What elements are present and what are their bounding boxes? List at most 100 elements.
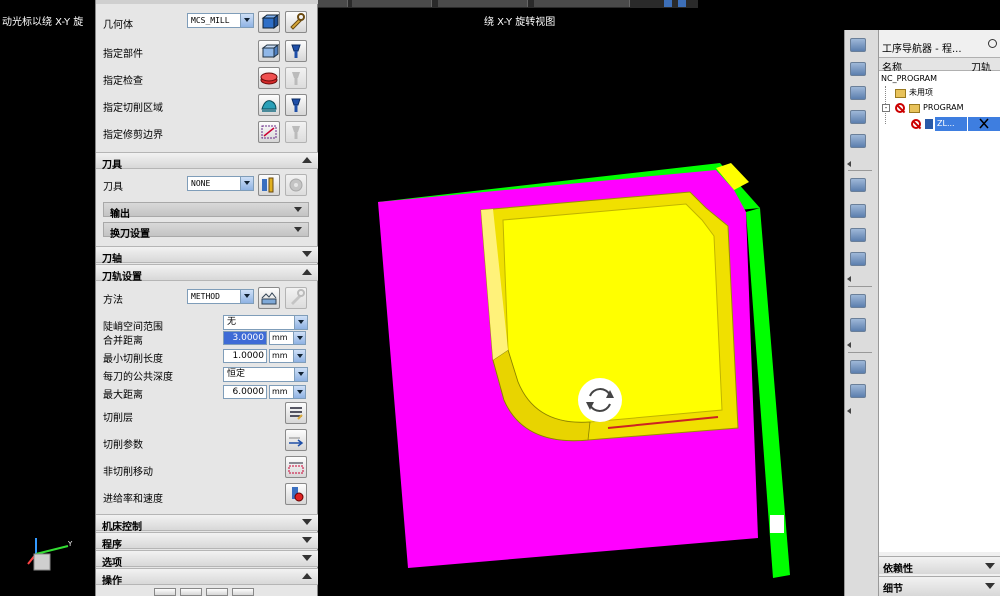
resource-tab-6-icon[interactable] [850, 178, 866, 192]
program-section-header[interactable]: 程序 [96, 532, 318, 551]
display-cut-area-button[interactable] [285, 94, 307, 116]
chevron-down-icon[interactable] [985, 563, 995, 569]
cut-levels-button[interactable] [285, 402, 307, 424]
chevron-down-icon[interactable] [293, 386, 305, 398]
chevron-left-icon[interactable] [847, 161, 851, 167]
chevron-down-icon[interactable] [240, 14, 253, 27]
tree-item-nc-program[interactable]: NC_PROGRAM [881, 72, 937, 86]
actions-section-header[interactable]: 操作 [96, 568, 318, 587]
non-cut-row: 非切削移动 [96, 454, 318, 480]
method-new-button[interactable] [258, 287, 280, 309]
min-cut-unit-select[interactable]: mm [269, 349, 306, 363]
display-check-button[interactable] [285, 67, 307, 89]
toolbar-combo-2[interactable] [352, 0, 432, 7]
toolbar-cube-icon[interactable] [678, 0, 686, 7]
non-cut-button[interactable] [285, 456, 307, 478]
chevron-down-icon[interactable] [240, 290, 253, 303]
new-tool-button[interactable] [258, 174, 280, 196]
graphics-viewport[interactable] [318, 30, 844, 596]
resource-tab-1-icon[interactable] [850, 38, 866, 52]
select-check-button[interactable] [258, 67, 280, 89]
resource-tab-3-icon[interactable] [850, 86, 866, 100]
top-toolbar[interactable] [318, 0, 698, 8]
chevron-down-icon[interactable] [293, 332, 305, 344]
toolbar-snap-icon[interactable] [664, 0, 672, 7]
collapse-toggle[interactable]: - [882, 104, 890, 112]
resource-tab-2-icon[interactable] [850, 62, 866, 76]
navigator-tree: NC_PROGRAM 未用项 - PROGRAM ZL... [879, 71, 1000, 552]
max-dist-unit-select[interactable]: mm [269, 385, 306, 399]
part-model[interactable] [318, 30, 844, 596]
details-panel-header[interactable]: 细节 [879, 576, 1000, 596]
chevron-up-icon[interactable] [302, 157, 312, 163]
resource-tab-10-icon[interactable] [850, 294, 866, 308]
geometry-select[interactable]: MCS_MILL [187, 13, 254, 28]
svg-text:Y: Y [67, 540, 73, 548]
resource-tab-5-icon[interactable] [850, 134, 866, 148]
action-button-1[interactable] [154, 588, 176, 596]
chevron-left-icon[interactable] [847, 276, 851, 282]
program-section-title: 程序 [102, 540, 122, 551]
action-button-3[interactable] [206, 588, 228, 596]
resource-tab-4-icon[interactable] [850, 110, 866, 124]
chevron-down-icon[interactable] [293, 350, 305, 362]
resource-tab-11-icon[interactable] [850, 318, 866, 332]
feeds-button[interactable] [285, 483, 307, 505]
chevron-down-icon[interactable] [294, 207, 302, 212]
depth-select[interactable]: 恒定 [223, 367, 308, 382]
display-trim-button[interactable] [285, 121, 307, 143]
tree-item-program[interactable]: PROGRAM [923, 101, 964, 115]
action-button-4[interactable] [232, 588, 254, 596]
display-part-button[interactable] [285, 40, 307, 62]
pin-icon[interactable] [988, 39, 997, 48]
chevron-up-icon[interactable] [302, 269, 312, 275]
chevron-up-icon[interactable] [302, 573, 312, 579]
min-cut-input[interactable]: 1.0000 [223, 349, 267, 363]
method-select[interactable]: METHOD [187, 289, 254, 304]
tree-item-zl[interactable]: ZL... [935, 117, 967, 131]
tool-change-subsection[interactable]: 换刀设置 [103, 222, 309, 240]
axis-section-header[interactable]: 刀轴 [96, 246, 318, 265]
tool-section-header[interactable]: 刀具 [96, 152, 318, 171]
tool-change-title: 换刀设置 [110, 229, 150, 240]
cut-params-button[interactable] [285, 429, 307, 451]
cut-area-icon [261, 100, 277, 112]
chevron-down-icon[interactable] [302, 555, 312, 561]
resource-tab-8-icon[interactable] [850, 228, 866, 242]
toolbar-combo-1[interactable] [318, 0, 348, 7]
merge-unit-select[interactable]: mm [269, 331, 306, 345]
merge-input[interactable]: 3.0000 [223, 331, 267, 345]
chevron-left-icon[interactable] [847, 342, 851, 348]
tree-item-unused[interactable]: 未用项 [909, 86, 933, 100]
chevron-down-icon[interactable] [294, 368, 307, 381]
chevron-down-icon[interactable] [985, 583, 995, 589]
select-cut-area-button[interactable] [258, 94, 280, 116]
chevron-down-icon[interactable] [302, 251, 312, 257]
toolbar-combo-3[interactable] [438, 0, 528, 7]
max-dist-input[interactable]: 6.0000 [223, 385, 267, 399]
resource-tab-7-icon[interactable] [850, 204, 866, 218]
resource-tab-13-icon[interactable] [850, 384, 866, 398]
path-section-header[interactable]: 刀轨设置 [96, 264, 318, 283]
chevron-down-icon[interactable] [302, 519, 312, 525]
edit-tool-button[interactable] [285, 174, 307, 196]
select-trim-button[interactable] [258, 121, 280, 143]
chevron-left-icon[interactable] [847, 408, 851, 414]
new-geometry-button[interactable] [258, 11, 280, 33]
tool-select[interactable]: NONE [187, 176, 254, 191]
axis-triad-icon: Y [27, 538, 73, 571]
select-part-button[interactable] [258, 40, 280, 62]
method-edit-button[interactable] [285, 287, 307, 309]
chevron-down-icon[interactable] [294, 227, 302, 232]
output-subsection[interactable]: 输出 [103, 202, 309, 220]
toolbar-combo-4[interactable] [534, 0, 630, 7]
resource-tab-9-icon[interactable] [850, 252, 866, 266]
edit-geometry-button[interactable] [285, 11, 307, 33]
dependencies-panel-header[interactable]: 依赖性 [879, 556, 1000, 575]
machine-section-header[interactable]: 机床控制 [96, 514, 318, 533]
chevron-down-icon[interactable] [240, 177, 253, 190]
action-button-2[interactable] [180, 588, 202, 596]
resource-tab-12-icon[interactable] [850, 360, 866, 374]
chevron-down-icon[interactable] [302, 537, 312, 543]
options-section-header[interactable]: 选项 [96, 550, 318, 569]
